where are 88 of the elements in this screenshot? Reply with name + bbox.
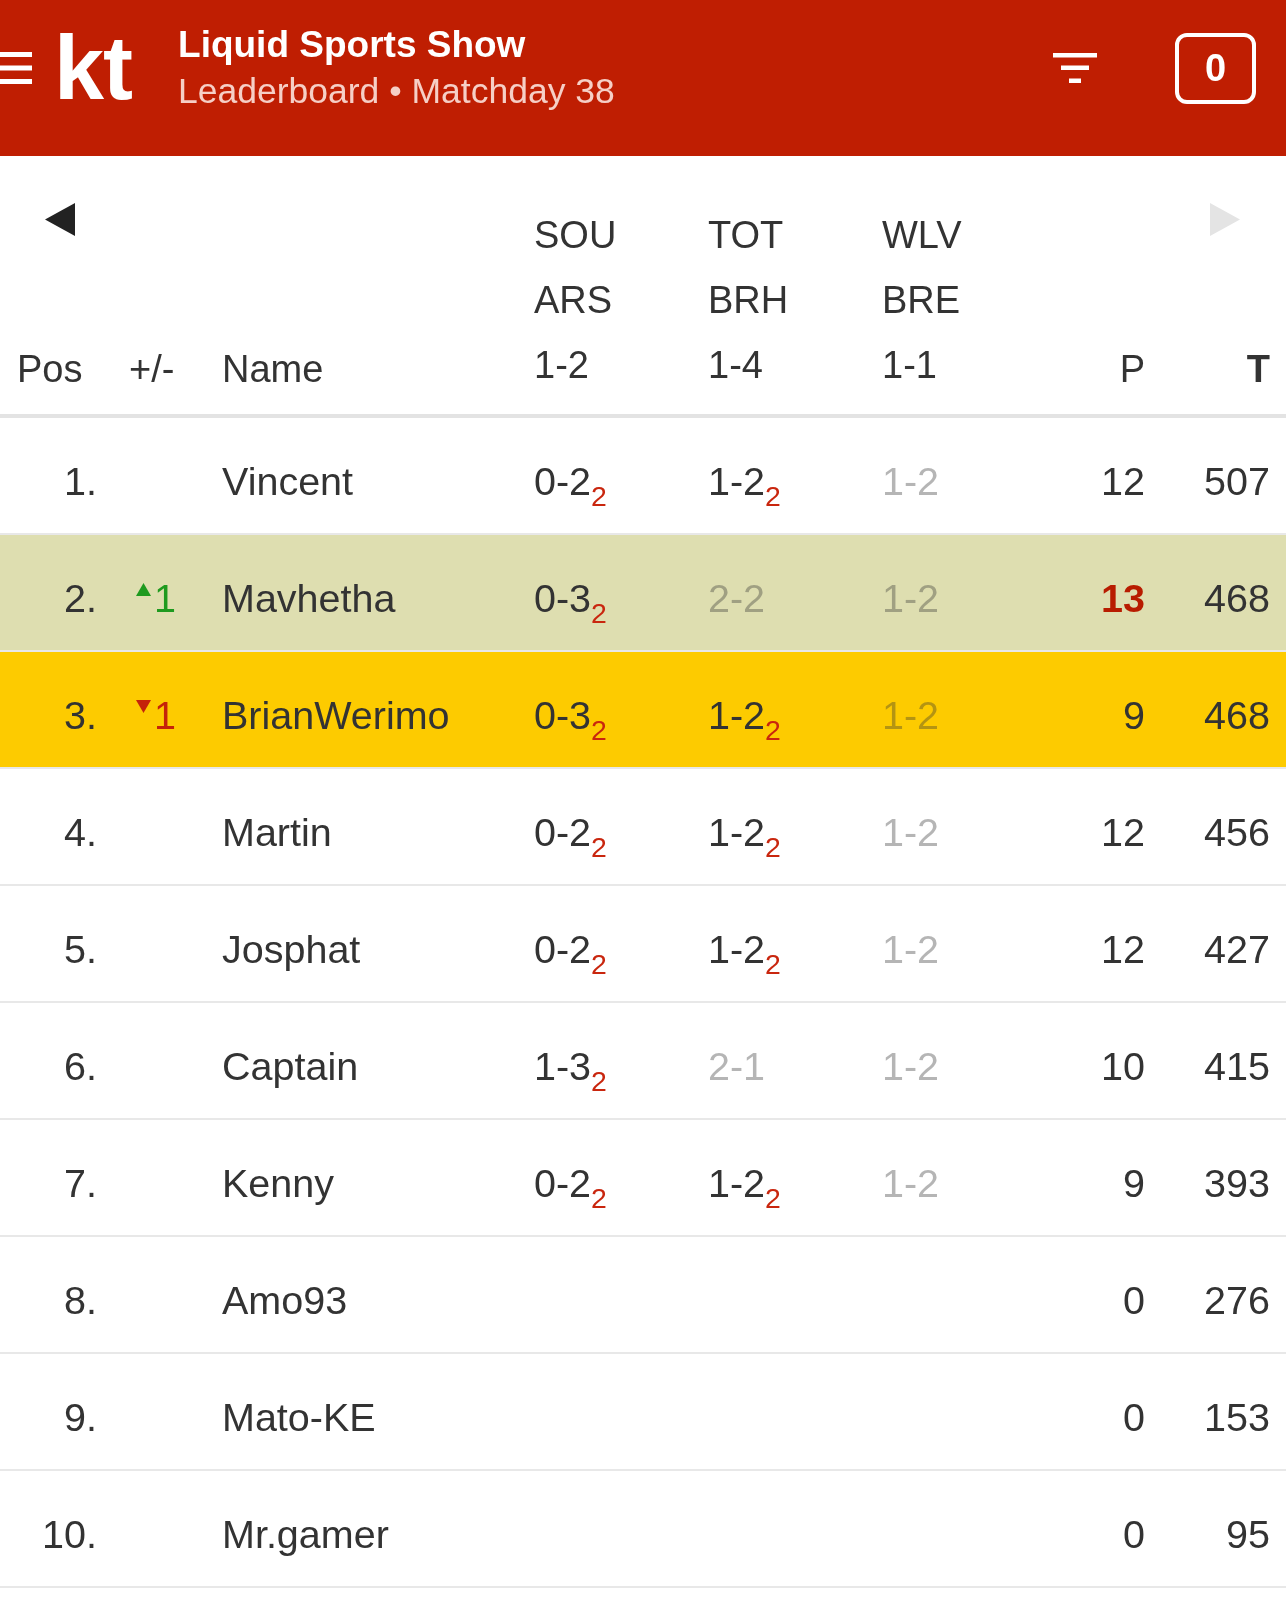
- total-value: 468: [1204, 574, 1271, 621]
- away-team-code: BRE: [882, 278, 961, 323]
- points-value: 0: [1123, 1393, 1145, 1440]
- home-team-code: WLV: [882, 213, 962, 258]
- total-value: 468: [1204, 691, 1271, 738]
- column-header[interactable]: P: [1119, 329, 1145, 402]
- app-subtitle: Leaderboard • Matchday 38: [178, 70, 615, 112]
- points-value: 9: [1123, 1159, 1145, 1206]
- total-value: 393: [1204, 1159, 1271, 1206]
- prediction-score: 0-2$_{2}$: [534, 457, 607, 504]
- prediction-score: 1-2$_{2}$: [708, 1159, 781, 1206]
- prediction-score: 1-2: [882, 574, 940, 621]
- filter-icon[interactable]: [1053, 53, 1097, 83]
- position-text: 9.: [64, 1393, 98, 1440]
- points-value: 13: [1101, 574, 1145, 621]
- match-result: 1-4: [708, 343, 763, 388]
- menu-icon[interactable]: [0, 50, 32, 86]
- position-text: 3.: [64, 691, 98, 738]
- points-value: 9: [1123, 691, 1145, 738]
- column-header[interactable]: +/-: [112, 329, 222, 402]
- prediction-score: 0-2$_{2}$: [534, 808, 607, 855]
- position-text: 8.: [64, 1276, 98, 1323]
- leaderboard-row[interactable]: 2. 1 Mavhetha 0-3$_{2}$ 2-2 1-2 13 468: [0, 535, 1286, 652]
- column-header[interactable]: Pos: [0, 329, 112, 402]
- points-value: 12: [1101, 808, 1145, 855]
- away-team-code: ARS: [534, 278, 613, 323]
- prediction-score: 2-2: [708, 574, 766, 621]
- prediction-score: 1-2: [882, 808, 940, 855]
- total-value: 427: [1204, 925, 1271, 972]
- rank-change-text: 1: [154, 691, 176, 738]
- player-name: Mr.gamer: [222, 1510, 390, 1557]
- previous-arrow-icon[interactable]: [45, 203, 75, 236]
- total-value: 95: [1226, 1510, 1271, 1557]
- match-result: 1-1: [882, 343, 937, 388]
- position-text: 4.: [64, 808, 98, 855]
- points-value: 0: [1123, 1276, 1145, 1323]
- prediction-score: 1-2$_{2}$: [708, 691, 781, 738]
- player-name: Josphat: [222, 925, 362, 972]
- prediction-score: 0-2$_{2}$: [534, 1159, 607, 1206]
- home-team-code: TOT: [708, 213, 784, 258]
- prediction-score: 0-2$_{2}$: [534, 925, 607, 972]
- points-value: 12: [1101, 457, 1145, 504]
- away-team-code: BRH: [708, 278, 789, 323]
- logo[interactable]: kt: [54, 23, 133, 113]
- points-value: 0: [1123, 1510, 1145, 1557]
- rank-change-text: 1: [154, 574, 176, 621]
- match-result: 1-2: [534, 343, 589, 388]
- prediction-score: 1-2: [882, 691, 940, 738]
- position-text: 1.: [64, 457, 98, 504]
- prediction-score: 1-2: [882, 457, 940, 504]
- points-value: 12: [1101, 925, 1145, 972]
- prediction-score: 1-2: [882, 1042, 940, 1089]
- down-triangle-icon: [136, 699, 151, 713]
- prediction-score: 2-1: [708, 1042, 766, 1089]
- points-value: 10: [1101, 1042, 1145, 1089]
- prediction-score: 1-2$_{2}$: [708, 925, 781, 972]
- total-value: 507: [1204, 457, 1271, 504]
- player-name: BrianWerimo: [222, 691, 451, 738]
- prediction-score: 0-3$_{2}$: [534, 574, 607, 621]
- player-name: Captain: [222, 1042, 360, 1089]
- position-text: 10.: [42, 1510, 98, 1557]
- player-name: Mavhetha: [222, 574, 397, 621]
- total-value: 153: [1204, 1393, 1271, 1440]
- app-title: Liquid Sports Show: [178, 24, 527, 66]
- total-value: 276: [1204, 1276, 1271, 1323]
- player-name: Kenny: [222, 1159, 335, 1206]
- position-text: 5.: [64, 925, 98, 972]
- total-value: 456: [1204, 808, 1271, 855]
- count-badge[interactable]: 0: [1175, 32, 1256, 104]
- column-header[interactable]: T: [1246, 329, 1286, 402]
- prediction-score: 1-2$_{2}$: [708, 808, 781, 855]
- position-text: 6.: [64, 1042, 98, 1089]
- player-name: Vincent: [222, 457, 355, 504]
- player-name: Martin: [222, 808, 333, 855]
- leaderboard-row[interactable]: 3. 1 BrianWerimo 0-3$_{2}$ 1-2$_{2}$ 1-2 9 468: [0, 652, 1286, 769]
- column-header[interactable]: Name: [222, 329, 534, 402]
- prediction-score: 0-3$_{2}$: [534, 691, 607, 738]
- prediction-score: 1-2$_{2}$: [708, 457, 781, 504]
- player-name: Amo93: [222, 1276, 349, 1323]
- prediction-score: 1-2: [882, 1159, 940, 1206]
- up-triangle-icon: [136, 582, 151, 596]
- home-team-code: SOU: [534, 213, 617, 258]
- player-name: Mato-KE: [222, 1393, 377, 1440]
- prediction-score: 1-2: [882, 925, 940, 972]
- prediction-score: 1-3$_{2}$: [534, 1042, 607, 1089]
- position-text: 2.: [64, 574, 98, 621]
- total-value: 415: [1204, 1042, 1271, 1089]
- position-text: 7.: [64, 1159, 98, 1206]
